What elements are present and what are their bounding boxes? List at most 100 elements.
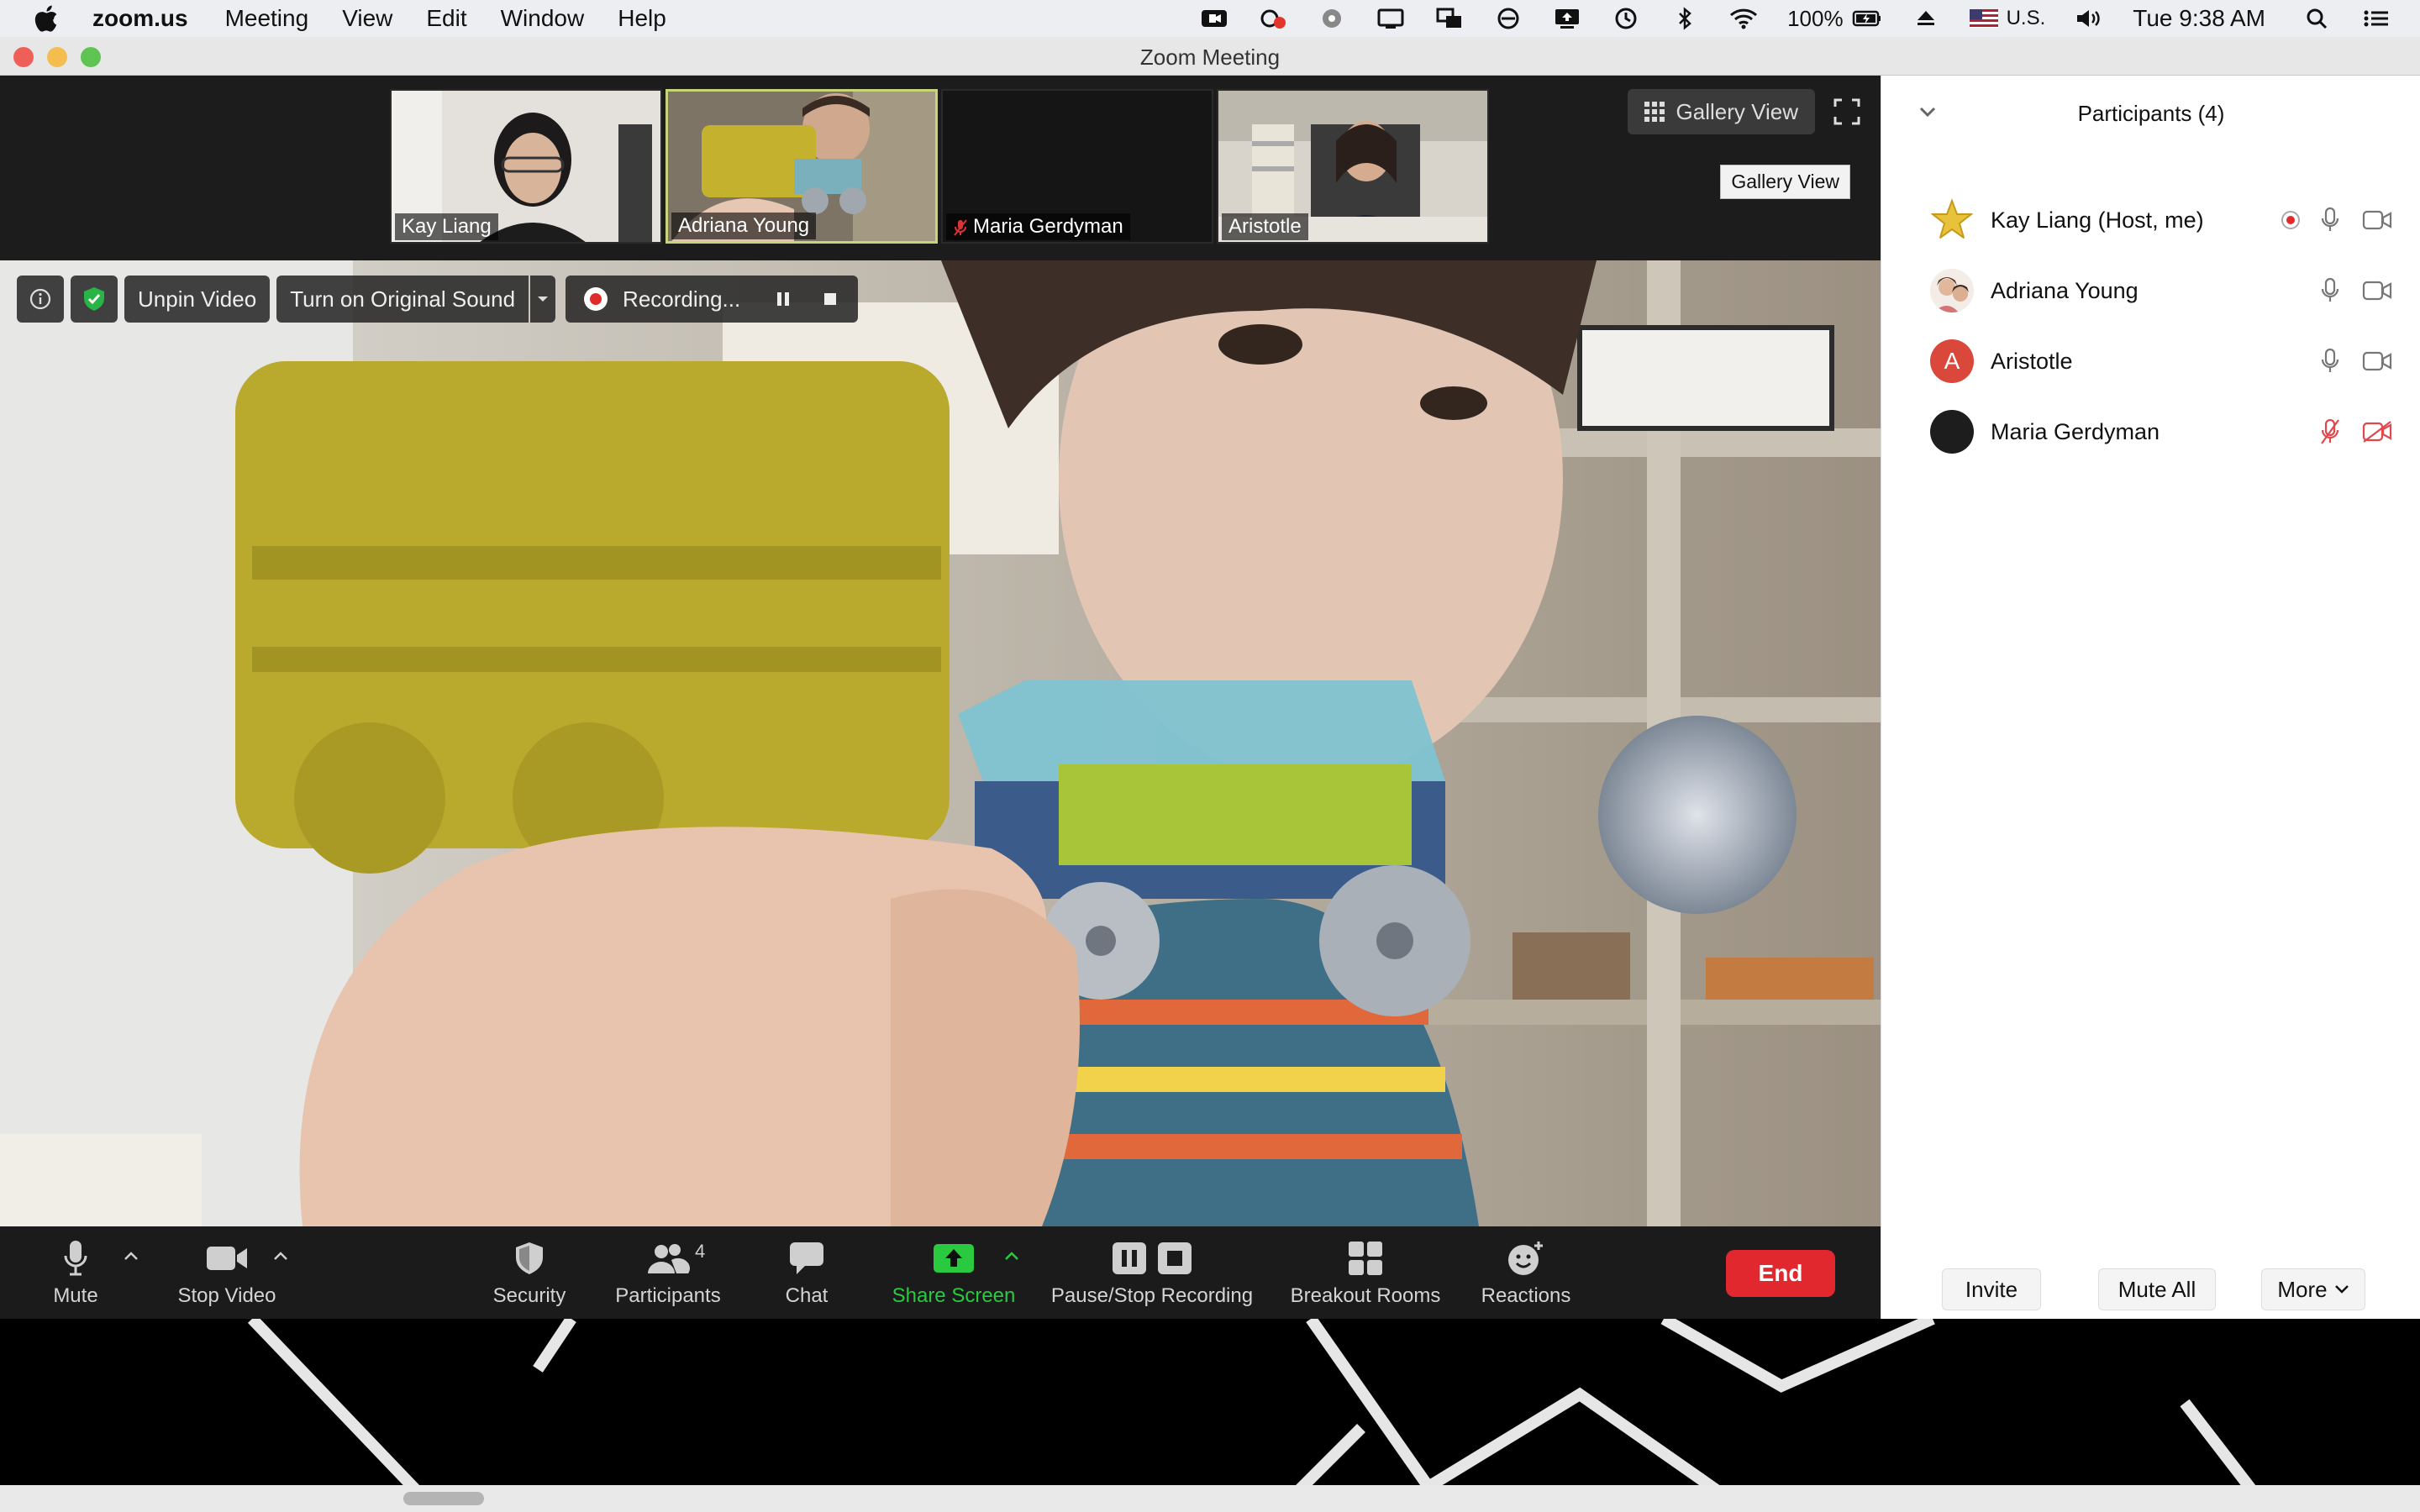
participants-panel-footer: Invite Mute All More (1881, 1268, 2420, 1319)
video-options-caret-icon[interactable] (272, 1250, 289, 1262)
menu-view[interactable]: View (342, 5, 392, 32)
screens-icon[interactable] (1434, 6, 1465, 31)
video-off-icon[interactable] (2362, 421, 2392, 443)
audio-options-caret-icon[interactable] (123, 1250, 139, 1262)
video-overlay-toolbar: Unpin Video Turn on Original Sound Recor… (17, 276, 865, 323)
creative-cloud-icon[interactable] (1258, 6, 1288, 31)
reactions-button[interactable]: Reactions (1477, 1226, 1575, 1319)
original-sound-options-button[interactable] (530, 276, 556, 323)
spotlight-search-icon[interactable] (2302, 6, 2333, 31)
gallery-view-button[interactable]: Gallery View (1627, 89, 1815, 134)
pause-stop-recording-button[interactable]: Pause/Stop Recording (1045, 1226, 1259, 1319)
chat-label: Chat (785, 1284, 829, 1307)
participant-row-adriana-young[interactable]: Adriana Young (1881, 255, 2420, 326)
mute-button[interactable]: Mute (42, 1226, 109, 1319)
input-source[interactable]: U.S. (1969, 7, 2045, 30)
display-icon[interactable] (1376, 6, 1406, 31)
menu-help[interactable]: Help (618, 5, 666, 32)
thumbnail-adriana-young[interactable]: Adriana Young (666, 89, 938, 244)
us-flag-icon (1969, 9, 1998, 28)
window-title: Zoom Meeting (1139, 45, 1281, 70)
apple-logo-icon[interactable] (34, 4, 59, 33)
more-label: More (2277, 1276, 2328, 1302)
menu-app-name[interactable]: zoom.us (92, 5, 188, 32)
battery-charging-icon[interactable] (1852, 6, 1882, 31)
participants-panel-header: Participants (4) (1881, 76, 2420, 151)
eject-icon[interactable] (1911, 6, 1941, 31)
microphone-icon[interactable] (2320, 348, 2340, 375)
participants-label: Participants (615, 1284, 721, 1307)
video-camera-icon[interactable] (2362, 280, 2392, 302)
volume-icon[interactable] (2074, 6, 2104, 31)
more-button[interactable]: More (2261, 1268, 2365, 1310)
thumbnail-name-muted: Maria Gerdyman (946, 213, 1130, 240)
microphone-icon[interactable] (2320, 277, 2340, 304)
security-button[interactable]: Security (481, 1226, 578, 1319)
thumbnail-aristotle[interactable]: Aristotle (1217, 89, 1489, 244)
desktop-background (0, 1319, 2420, 1512)
avatar-letter: A (1944, 348, 1960, 374)
gallery-view-tooltip: Gallery View (1720, 165, 1850, 199)
menu-edit[interactable]: Edit (426, 5, 466, 32)
meeting-toolbar: Mute Stop Video Security 4 Participants (0, 1226, 1881, 1319)
mic-muted-icon[interactable] (2320, 418, 2340, 445)
participants-count: 4 (695, 1241, 706, 1262)
desktop-wallpaper-image (247, 1319, 2274, 1512)
time-machine-icon[interactable] (1611, 6, 1641, 31)
chat-bubble-icon (790, 1242, 823, 1274)
menu-meeting[interactable]: Meeting (225, 5, 309, 32)
zoom-window: Zoom Meeting Kay Liang Adriana Young Mar… (0, 37, 2420, 1319)
meeting-area: Kay Liang Adriana Young Maria Gerdyman A… (0, 76, 1881, 1319)
bluetooth-icon[interactable] (1670, 6, 1700, 31)
shield-check-icon (84, 287, 104, 311)
thumbnail-name: Adriana Young (671, 213, 817, 239)
original-sound-button[interactable]: Turn on Original Sound (276, 276, 529, 323)
stop-recording-icon[interactable] (821, 290, 839, 308)
horizontal-scrollbar[interactable] (0, 1485, 2420, 1512)
participant-row-kay-liang[interactable]: Kay Liang (Host, me) (1881, 185, 2420, 255)
thumbnail-maria-gerdyman[interactable]: Maria Gerdyman (941, 89, 1213, 244)
microphone-icon[interactable] (2320, 207, 2340, 234)
gallery-view-label: Gallery View (1676, 98, 1798, 124)
wifi-icon[interactable] (1728, 6, 1759, 31)
stop-video-button[interactable]: Stop Video (168, 1226, 286, 1319)
share-screen-button[interactable]: Share Screen (887, 1226, 1020, 1319)
screen-share-icon[interactable] (1552, 6, 1582, 31)
unpin-video-button[interactable]: Unpin Video (124, 276, 271, 323)
photo-avatar (1930, 269, 1974, 312)
shield-icon (516, 1242, 543, 1274)
mic-muted-icon (954, 219, 967, 236)
chat-button[interactable]: Chat (771, 1226, 842, 1319)
video-camera-icon[interactable] (2362, 209, 2392, 231)
breakout-rooms-button[interactable]: Breakout Rooms (1284, 1226, 1447, 1319)
video-camera-icon[interactable] (2362, 350, 2392, 372)
share-options-caret-icon[interactable] (1003, 1250, 1020, 1262)
zoom-camera-icon[interactable] (1199, 6, 1229, 31)
mute-all-button[interactable]: Mute All (2098, 1268, 2216, 1310)
grid-icon (1644, 102, 1665, 122)
fullscreen-icon[interactable] (1830, 95, 1864, 129)
end-meeting-button[interactable]: End (1726, 1250, 1835, 1297)
participant-name: Adriana Young (1991, 277, 2139, 303)
share-screen-label: Share Screen (892, 1284, 1016, 1307)
thumbnail-kay-liang[interactable]: Kay Liang (390, 89, 662, 244)
info-icon (29, 288, 51, 310)
menu-window[interactable]: Window (501, 5, 585, 32)
sync-icon[interactable] (1493, 6, 1523, 31)
participant-row-maria-gerdyman[interactable]: Maria Gerdyman (1881, 396, 2420, 467)
battery-percent: 100% (1787, 5, 1844, 31)
mute-label: Mute (53, 1284, 98, 1307)
participant-row-aristotle[interactable]: A Aristotle (1881, 326, 2420, 396)
menu-clock[interactable]: Tue 9:38 AM (2133, 5, 2265, 32)
participants-panel-title: Participants (4) (2077, 101, 2225, 126)
encryption-button[interactable] (71, 276, 118, 323)
soccer-ball-icon[interactable] (1317, 6, 1347, 31)
reactions-smiley-icon (1508, 1242, 1543, 1275)
participants-button[interactable]: 4 Participants (607, 1226, 729, 1319)
meeting-info-button[interactable] (17, 276, 64, 323)
invite-button[interactable]: Invite (1942, 1268, 2041, 1310)
pause-recording-icon[interactable] (774, 290, 792, 308)
stop-video-label: Stop Video (177, 1284, 276, 1307)
notification-center-icon[interactable] (2361, 6, 2391, 31)
scrollbar-thumb[interactable] (403, 1492, 484, 1505)
